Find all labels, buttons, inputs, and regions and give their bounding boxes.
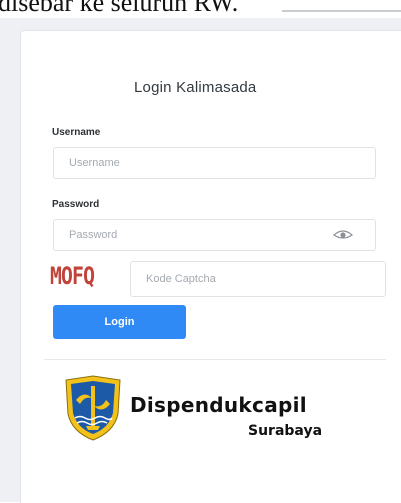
city-emblem-icon	[65, 375, 121, 441]
eye-icon[interactable]	[333, 229, 353, 241]
username-input[interactable]	[53, 147, 376, 179]
page-title: Login Kalimasada	[134, 79, 257, 96]
logo-text: Dispendukcapil	[130, 393, 307, 417]
login-button[interactable]: Login	[53, 305, 186, 339]
username-label: Username	[52, 127, 101, 138]
header-divider	[282, 10, 401, 12]
captcha-image: MOFQ	[50, 262, 95, 290]
logo-subtext: Surabaya	[248, 423, 323, 439]
header-text: disebar ke seluruh RW.	[0, 0, 239, 17]
section-divider	[44, 359, 386, 360]
page-header-strip: disebar ke seluruh RW.	[0, 0, 401, 18]
captcha-input[interactable]	[130, 261, 386, 297]
password-input[interactable]	[53, 219, 376, 251]
password-label: Password	[52, 199, 100, 210]
